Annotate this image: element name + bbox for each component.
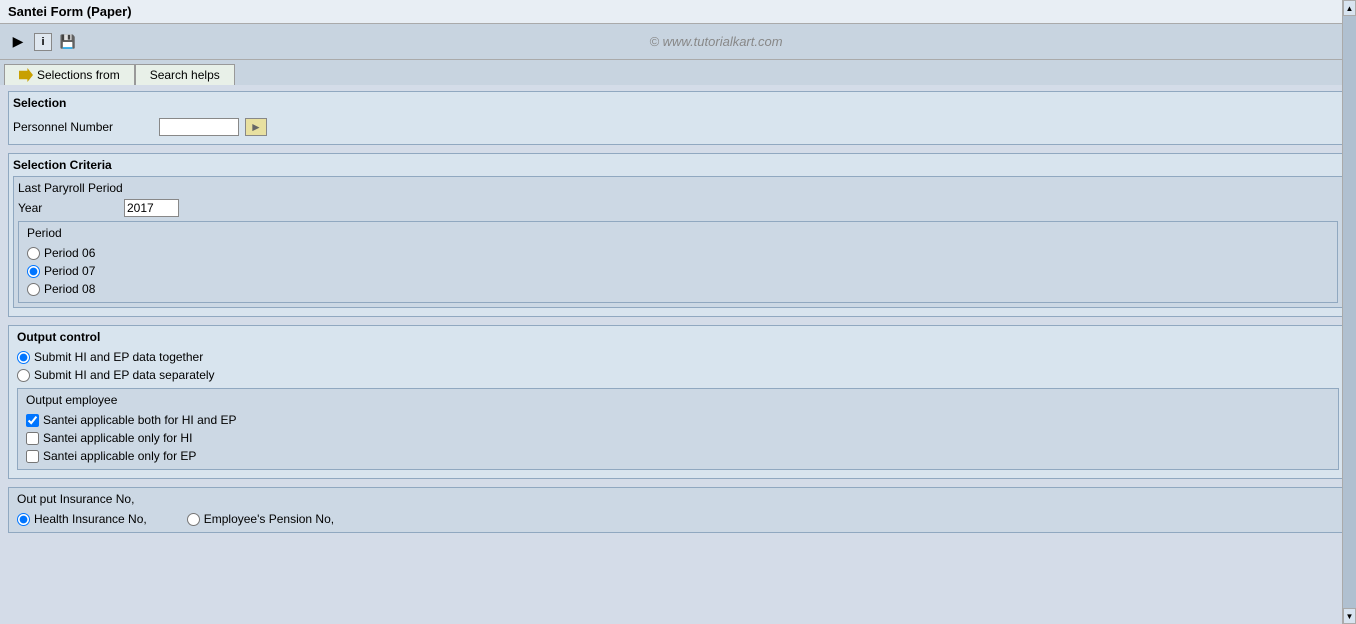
submit-together-radio[interactable] — [17, 351, 30, 364]
period-07-row: Period 07 — [27, 262, 1329, 280]
tab-selections-from[interactable]: Selections from — [4, 64, 135, 85]
tab-bar: Selections from Search helps — [0, 60, 1356, 85]
output-employee-box: Output employee Santei applicable both f… — [17, 388, 1339, 470]
santei-both-row: Santei applicable both for HI and EP — [26, 411, 1330, 429]
selection-section-label: Selection — [13, 96, 1343, 110]
santei-both-checkbox[interactable] — [26, 414, 39, 427]
main-content: Selection Personnel Number ► Selection C… — [0, 85, 1356, 619]
scrollbar-thumb[interactable] — [1343, 16, 1356, 608]
title-bar: Santei Form (Paper) — [0, 0, 1356, 24]
submit-together-label: Submit HI and EP data together — [34, 350, 203, 364]
santei-hi-only-checkbox[interactable] — [26, 432, 39, 445]
tab-selections-label: Selections from — [37, 68, 120, 82]
app-title: Santei Form (Paper) — [8, 4, 132, 19]
selection-criteria-section: Selection Criteria Last Paryroll Period … — [8, 153, 1348, 317]
period-08-row: Period 08 — [27, 280, 1329, 298]
watermark: © www.tutorialkart.com — [84, 34, 1348, 49]
year-row: Year — [18, 199, 1338, 217]
santei-ep-only-label: Santei applicable only for EP — [43, 449, 196, 463]
scrollbar-up-btn[interactable]: ▲ — [1343, 0, 1356, 16]
santei-ep-only-checkbox[interactable] — [26, 450, 39, 463]
santei-ep-only-row: Santei applicable only for EP — [26, 447, 1330, 465]
selection-criteria-label: Selection Criteria — [13, 158, 1343, 172]
submit-separately-row: Submit HI and EP data separately — [17, 366, 1339, 384]
tab-search-helps[interactable]: Search helps — [135, 64, 235, 85]
personnel-number-select-btn[interactable]: ► — [245, 118, 267, 136]
period-08-label: Period 08 — [44, 282, 95, 296]
pension-label: Employee's Pension No, — [204, 512, 334, 526]
period-07-label: Period 07 — [44, 264, 95, 278]
period-08-radio[interactable] — [27, 283, 40, 296]
submit-separately-radio[interactable] — [17, 369, 30, 382]
back-icon[interactable]: ▶ — [8, 32, 28, 52]
period-06-row: Period 06 — [27, 244, 1329, 262]
personnel-number-row: Personnel Number ► — [13, 114, 1343, 140]
period-06-radio[interactable] — [27, 247, 40, 260]
save-icon[interactable]: 💾 — [58, 32, 78, 52]
output-insurance-label: Out put Insurance No, — [17, 492, 1339, 506]
last-payroll-period-box: Last Paryroll Period Year Period Period … — [13, 176, 1343, 308]
scrollbar-down-btn[interactable]: ▼ — [1343, 608, 1356, 624]
tab-search-label: Search helps — [150, 68, 220, 82]
pension-row: Employee's Pension No, — [187, 510, 334, 528]
personnel-number-input[interactable] — [159, 118, 239, 136]
scrollbar[interactable]: ▲ ▼ — [1342, 0, 1356, 624]
submit-separately-label: Submit HI and EP data separately — [34, 368, 215, 382]
health-insurance-radio[interactable] — [17, 513, 30, 526]
santei-both-label: Santei applicable both for HI and EP — [43, 413, 236, 427]
toolbar: ▶ i 💾 © www.tutorialkart.com — [0, 24, 1356, 60]
submit-together-row: Submit HI and EP data together — [17, 348, 1339, 366]
period-06-label: Period 06 — [44, 246, 95, 260]
output-control-label: Output control — [17, 330, 1339, 344]
year-input[interactable] — [124, 199, 179, 217]
tab-arrow-icon — [19, 68, 33, 82]
period-box: Period Period 06 Period 07 Period 08 — [18, 221, 1338, 303]
selection-section: Selection Personnel Number ► — [8, 91, 1348, 145]
year-label: Year — [18, 201, 118, 215]
output-insurance-box: Out put Insurance No, Health Insurance N… — [8, 487, 1348, 533]
last-payroll-period-label: Last Paryroll Period — [18, 181, 1338, 195]
output-control-section: Output control Submit HI and EP data tog… — [8, 325, 1348, 479]
santei-hi-only-label: Santei applicable only for HI — [43, 431, 192, 445]
personnel-number-label: Personnel Number — [13, 120, 153, 134]
health-insurance-label: Health Insurance No, — [34, 512, 147, 526]
select-arrow-icon: ► — [250, 120, 262, 134]
pension-radio[interactable] — [187, 513, 200, 526]
period-07-radio[interactable] — [27, 265, 40, 278]
period-label: Period — [27, 226, 1329, 240]
info-icon[interactable]: i — [34, 33, 52, 51]
output-employee-label: Output employee — [26, 393, 1330, 407]
santei-hi-only-row: Santei applicable only for HI — [26, 429, 1330, 447]
health-insurance-row: Health Insurance No, — [17, 510, 147, 528]
